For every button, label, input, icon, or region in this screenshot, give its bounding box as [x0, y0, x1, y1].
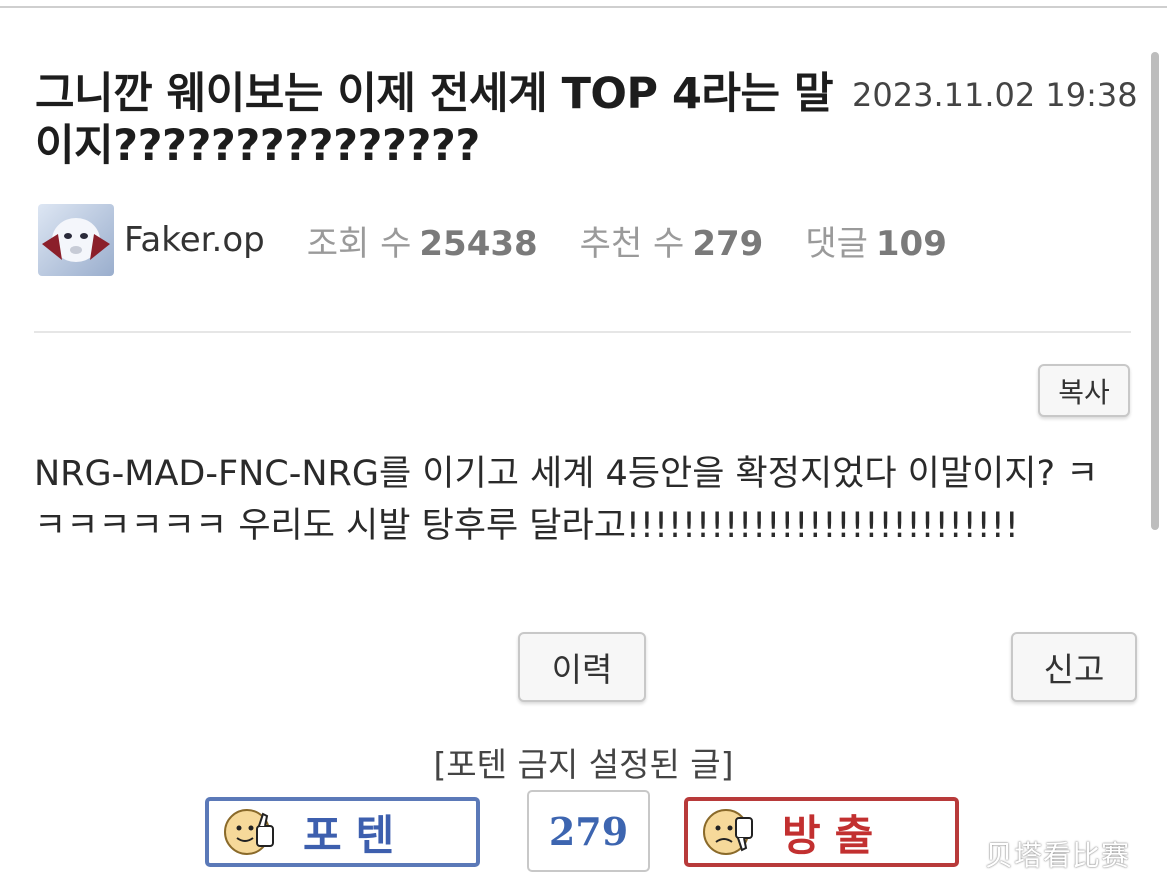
- copy-button[interactable]: 복사: [1038, 364, 1130, 417]
- watermark: 贝塔看比赛: [985, 839, 1131, 872]
- avatar-image-icon: [42, 218, 110, 262]
- views-label: 조회 수: [306, 223, 412, 264]
- history-button[interactable]: 이력: [518, 632, 646, 702]
- views-stat: 조회 수 25438: [307, 216, 538, 265]
- likes-stat: 추천 수 279: [580, 216, 764, 265]
- likes-count: 279: [692, 223, 764, 264]
- post-body: NRG-MAD-FNC-NRG를 이기고 세계 4등안을 확정지었다 이말이지?…: [34, 454, 1099, 546]
- post-title: 그니깐 웨이보는 이제 전세계 TOP 4라는 말이지?????????????…: [35, 69, 834, 171]
- avatar[interactable]: [38, 204, 114, 276]
- post-date: 2023.11.02 19:38: [852, 76, 1138, 114]
- upvote-button[interactable]: 포텐: [205, 797, 480, 867]
- thumbs-up-face-icon: [224, 809, 274, 855]
- top-divider: [0, 6, 1167, 8]
- author-name[interactable]: Faker.op: [124, 220, 265, 260]
- vote-notice: [포텐 금지 설정된 글]: [433, 745, 734, 784]
- thumbs-down-face-icon: [703, 809, 753, 855]
- downvote-label: 방출: [782, 810, 888, 860]
- comments-stat: 댓글 109: [805, 216, 947, 265]
- upvote-label: 포텐: [303, 810, 409, 860]
- author-row: Faker.op 조회 수 25438 추천 수 279 댓글 109: [38, 204, 947, 276]
- report-button[interactable]: 신고: [1011, 632, 1137, 702]
- vote-count: 279: [527, 790, 650, 872]
- likes-label: 추천 수: [579, 223, 685, 264]
- downvote-button[interactable]: 방출: [684, 797, 959, 867]
- views-count: 25438: [419, 223, 538, 264]
- comments-label: 댓글: [805, 223, 868, 264]
- header-divider: [34, 331, 1131, 333]
- scrollbar[interactable]: [1151, 52, 1159, 530]
- comments-count: 109: [875, 223, 947, 264]
